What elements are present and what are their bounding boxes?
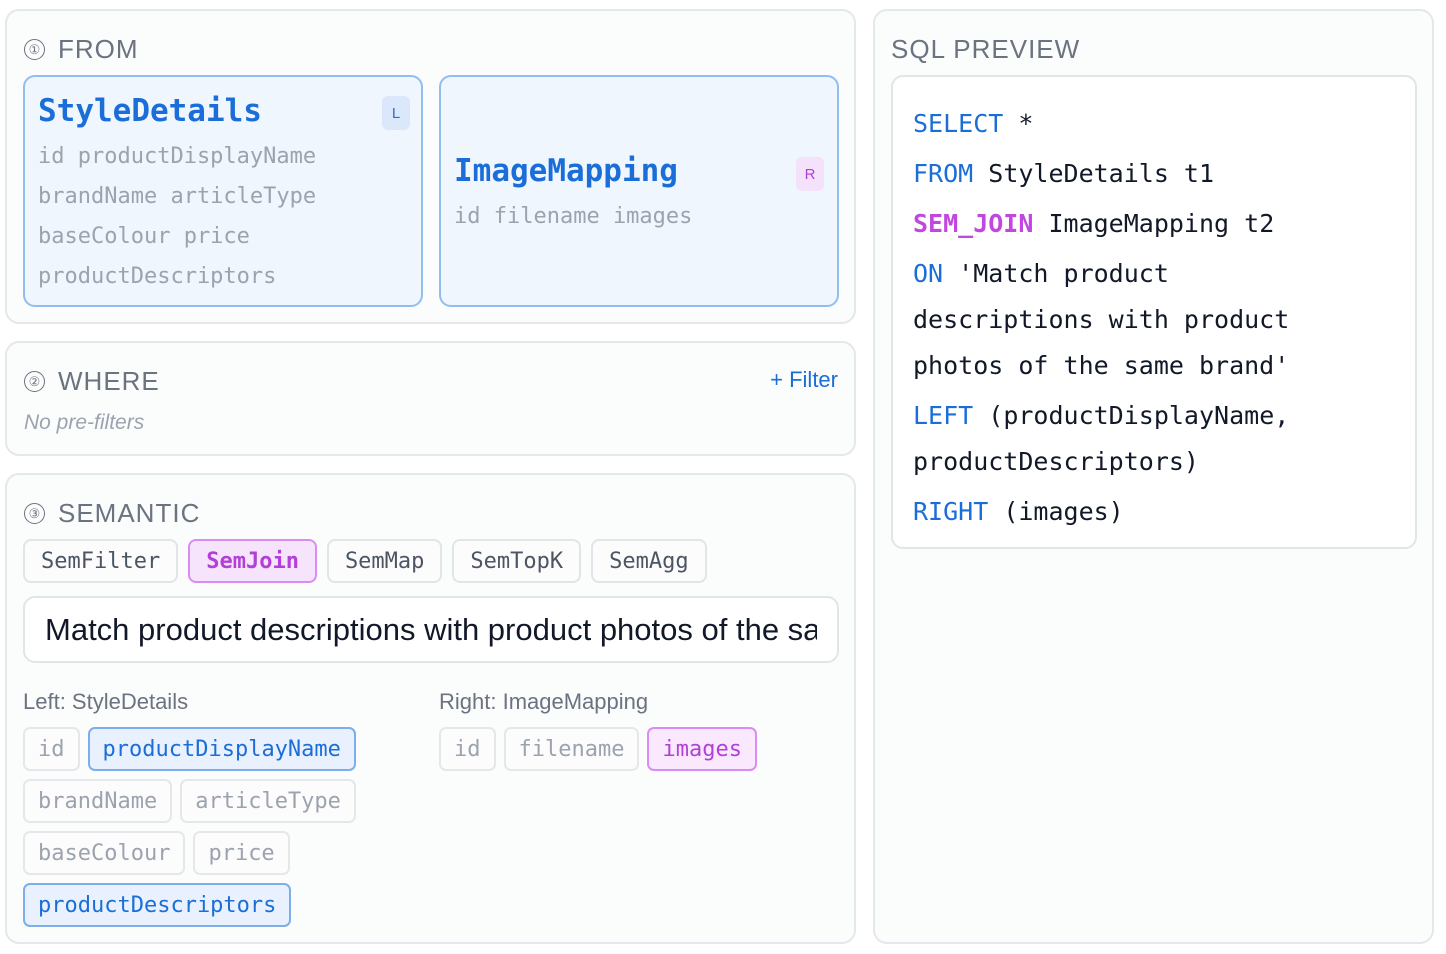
sql-join-line: SEM_JOIN ImageMapping t2 xyxy=(913,201,1395,247)
where-panel: ② WHERE + Filter No pre-filters xyxy=(5,341,856,456)
right-badge: R xyxy=(796,157,824,191)
where-header: ② WHERE xyxy=(24,366,160,397)
table-columns: id filename images xyxy=(454,204,693,229)
from-title: FROM xyxy=(58,34,139,64)
semantic-title: SEMANTIC xyxy=(58,498,201,528)
right-table-label: Right: ImageMapping xyxy=(439,689,649,714)
sql-keyword: LEFT xyxy=(913,401,974,430)
column-chip-brandname[interactable]: brandName xyxy=(23,779,173,823)
column-chip-productdescriptors[interactable]: productDescriptors xyxy=(23,883,292,927)
sql-preview-panel: SQL PREVIEW SELECT * FROM StyleDetails t… xyxy=(873,9,1434,944)
column-chip-id[interactable]: id xyxy=(23,727,80,771)
sql-on-continuation: descriptions with product xyxy=(913,305,1290,334)
sql-on-continuation: photos of the same brand' xyxy=(913,351,1290,380)
column-chip-basecolour[interactable]: baseColour xyxy=(23,831,186,875)
table-card-styledetails[interactable]: StyleDetails L id productDisplayName bra… xyxy=(23,75,423,307)
sql-keyword: SEM_JOIN xyxy=(913,209,1034,238)
sql-from-line: FROM StyleDetails t1 xyxy=(913,151,1395,197)
step-three-icon: ③ xyxy=(24,503,45,524)
column-chip-images[interactable]: images xyxy=(647,727,757,771)
sql-code-block: SELECT * FROM StyleDetails t1 SEM_JOIN I… xyxy=(891,75,1417,549)
operator-tabs: SemFilter SemJoin SemMap SemTopK SemAgg xyxy=(23,539,707,583)
sql-keyword: SELECT xyxy=(913,109,1004,138)
sql-text: StyleDetails t1 xyxy=(973,159,1215,188)
sql-left-continuation: productDescriptors) xyxy=(913,447,1199,476)
sql-select-line: SELECT * xyxy=(913,101,1395,147)
sql-text: 'Match product xyxy=(943,259,1169,288)
sql-on-line: ON 'Match product xyxy=(913,251,1395,297)
empty-filters-text: No pre-filters xyxy=(24,411,145,434)
semantic-header: ③ SEMANTIC xyxy=(24,498,200,529)
sql-text: * xyxy=(1003,109,1034,138)
column-chip-price[interactable]: price xyxy=(193,831,290,875)
tab-semjoin[interactable]: SemJoin xyxy=(188,539,317,583)
step-one-icon: ① xyxy=(24,39,45,60)
from-panel: ① FROM StyleDetails L id productDisplayN… xyxy=(5,9,856,324)
semantic-panel: ③ SEMANTIC SemFilter SemJoin SemMap SemT… xyxy=(5,473,856,944)
sql-text: (images) xyxy=(988,497,1124,526)
table-card-imagemapping[interactable]: ImageMapping R id filename images xyxy=(439,75,839,307)
sql-text: (productDisplayName, xyxy=(973,401,1290,430)
sql-keyword: FROM xyxy=(913,159,974,188)
sql-text: ImageMapping t2 xyxy=(1033,209,1275,238)
left-column-chips: id productDisplayName brandName articleT… xyxy=(23,727,388,927)
add-filter-button[interactable]: + Filter xyxy=(770,367,838,393)
column-chip-productdisplayname[interactable]: productDisplayName xyxy=(87,727,356,771)
from-header: ① FROM xyxy=(24,34,139,65)
sql-keyword: RIGHT xyxy=(913,497,989,526)
sql-keyword: ON xyxy=(913,259,944,288)
sql-right-line: RIGHT (images) xyxy=(913,489,1395,535)
tab-semmap[interactable]: SemMap xyxy=(326,539,443,583)
tab-semfilter[interactable]: SemFilter xyxy=(23,539,179,583)
column-chip-id[interactable]: id xyxy=(439,727,496,771)
sql-left-line: LEFT (productDisplayName, xyxy=(913,393,1395,439)
table-columns: id productDisplayName brandName articleT… xyxy=(38,144,317,289)
sql-preview-title: SQL PREVIEW xyxy=(891,34,1081,64)
step-two-icon: ② xyxy=(24,371,45,392)
predicate-input[interactable] xyxy=(23,596,839,663)
tab-semtopk[interactable]: SemTopK xyxy=(452,539,582,583)
table-name: ImageMapping xyxy=(454,153,678,189)
sql-preview-header: SQL PREVIEW xyxy=(891,34,1080,65)
column-chip-filename[interactable]: filename xyxy=(503,727,640,771)
left-table-label: Left: StyleDetails xyxy=(23,689,189,714)
right-column-chips: id filename images xyxy=(439,727,839,771)
tab-semagg[interactable]: SemAgg xyxy=(591,539,707,583)
table-name: StyleDetails xyxy=(38,93,262,129)
where-title: WHERE xyxy=(58,366,160,396)
left-badge: L xyxy=(382,96,410,130)
column-chip-articletype[interactable]: articleType xyxy=(180,779,356,823)
